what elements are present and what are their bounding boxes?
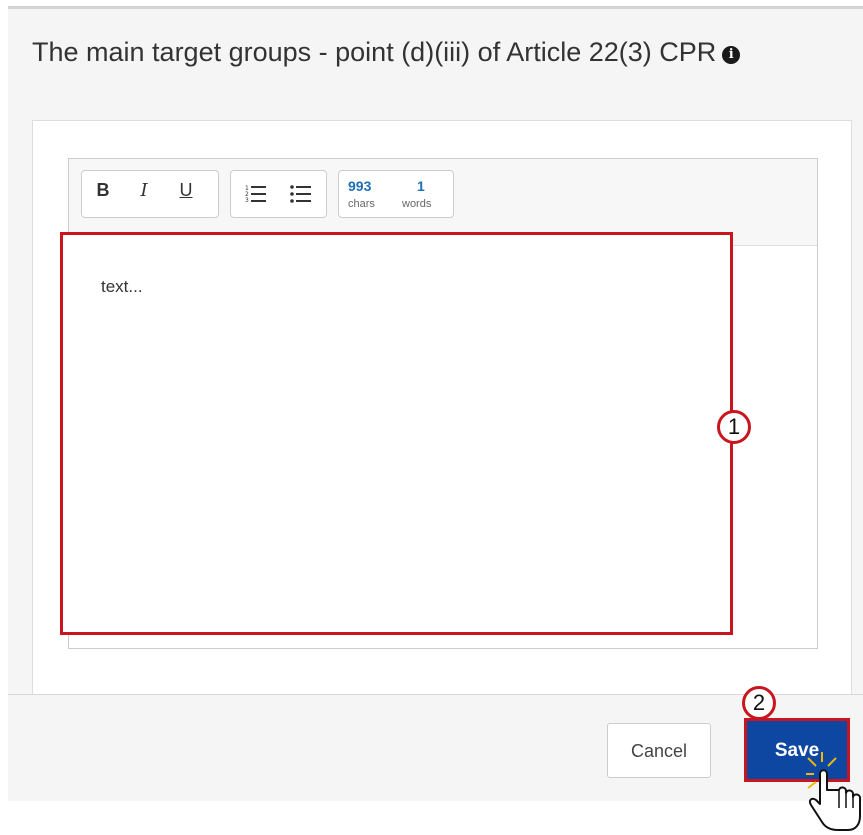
dialog-header: The main target groups - point (d)(iii) … (8, 6, 863, 114)
svg-text:3: 3 (245, 197, 249, 204)
dialog-title: The main target groups - point (d)(iii) … (32, 35, 852, 69)
format-button-group: B I U (81, 170, 219, 218)
dialog-title-text: The main target groups - point (d)(iii) … (32, 37, 717, 67)
chars-label: chars (348, 198, 375, 210)
words-count: 1 (417, 178, 425, 194)
hand-pointer-icon (806, 752, 861, 831)
editor-text: text... (101, 277, 143, 296)
words-label: words (402, 198, 432, 210)
bullet-list-icon[interactable] (290, 184, 312, 204)
italic-button[interactable]: I (132, 180, 156, 201)
cancel-button[interactable]: Cancel (607, 723, 711, 778)
underline-button[interactable]: U (174, 180, 198, 201)
callout-marker-1: 1 (717, 410, 751, 444)
chars-count: 993 (348, 178, 372, 194)
text-input-area[interactable]: text... (60, 232, 733, 635)
info-icon[interactable]: i (722, 46, 741, 64)
callout-marker-2: 2 (742, 686, 776, 720)
dialog-footer: Cancel Save (8, 694, 863, 801)
list-button-group: 1 2 3 (230, 170, 327, 218)
counter-widget: 993 1 chars words (338, 170, 454, 218)
ordered-list-icon[interactable]: 1 2 3 (245, 184, 267, 204)
bold-button[interactable]: B (91, 180, 115, 201)
